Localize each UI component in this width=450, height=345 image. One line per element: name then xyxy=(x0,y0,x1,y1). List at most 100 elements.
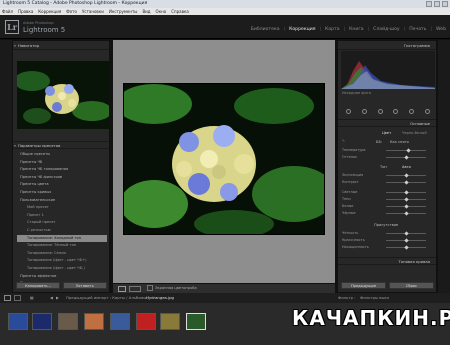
red-eye-icon[interactable] xyxy=(377,108,383,114)
minimize-button[interactable] xyxy=(426,1,432,7)
right-edge-handle[interactable] xyxy=(438,40,450,293)
menu-file[interactable]: Файл xyxy=(2,8,13,15)
menu-tools[interactable]: Инструменты xyxy=(109,8,138,15)
histogram[interactable] xyxy=(341,51,435,89)
temperature-slider[interactable] xyxy=(386,147,426,153)
previous-button[interactable]: Предыдущие xyxy=(341,282,386,289)
module-library[interactable]: Библиотека xyxy=(251,27,280,32)
loupe-view-icon[interactable] xyxy=(118,286,126,292)
paste-button[interactable]: Вставить xyxy=(63,282,107,289)
photo-canvas[interactable] xyxy=(113,40,335,283)
copy-button[interactable]: Копировать... xyxy=(16,282,60,289)
left-edge-handle[interactable] xyxy=(0,40,12,293)
radial-filter-icon[interactable] xyxy=(408,108,414,114)
crop-tool-icon[interactable] xyxy=(346,108,352,114)
preset-folder[interactable]: Пресеты ЧБ xyxy=(17,159,107,167)
thumbnail[interactable] xyxy=(8,313,28,330)
histogram-header[interactable]: Гистограмма xyxy=(338,42,436,50)
vibrance-slider[interactable] xyxy=(386,237,426,243)
main-photo[interactable] xyxy=(123,83,325,235)
module-map[interactable]: Карта xyxy=(325,27,339,32)
graduated-filter-icon[interactable] xyxy=(393,108,399,114)
slider-handle[interactable] xyxy=(403,154,409,160)
whites-slider[interactable] xyxy=(386,203,426,209)
preset-folder[interactable]: Пресеты эффектов xyxy=(17,273,107,281)
reset-button[interactable]: Сброс xyxy=(389,282,434,289)
close-button[interactable] xyxy=(442,1,448,7)
thumbnail[interactable] xyxy=(136,313,156,330)
menu-help[interactable]: Справка xyxy=(171,8,189,15)
presets-header[interactable]: ▾ Параметры пресетов xyxy=(13,141,109,149)
forward-arrow-icon[interactable]: ▶ xyxy=(56,293,59,303)
grid-icon[interactable]: ▦ xyxy=(30,293,34,303)
menu-window[interactable]: Окно xyxy=(156,8,167,15)
preset-item[interactable]: Тонирование (Цвет - цвет ЧБ+) xyxy=(17,257,107,265)
monitor-1-icon[interactable] xyxy=(4,295,11,301)
thumbnail-selected[interactable] xyxy=(186,313,206,330)
navigator-header[interactable]: ▾ Навигатор xyxy=(13,42,109,50)
shadows-slider[interactable] xyxy=(386,196,426,202)
filter-select[interactable]: Фильтры выкл xyxy=(360,293,389,303)
contrast-slider[interactable] xyxy=(386,179,426,185)
spot-removal-icon[interactable] xyxy=(361,108,367,114)
slider-handle[interactable] xyxy=(403,237,409,243)
thumbnail[interactable] xyxy=(32,313,52,330)
treatment-bw[interactable]: Черно-белый xyxy=(402,131,427,135)
menu-develop[interactable]: Коррекция xyxy=(38,8,61,15)
preset-item[interactable]: Пресет 1 xyxy=(17,212,107,220)
preset-item[interactable]: Тонирование: Тёплый тон xyxy=(17,242,107,250)
blacks-slider[interactable] xyxy=(386,210,426,216)
menu-photo[interactable]: Фото xyxy=(66,8,77,15)
clarity-slider[interactable] xyxy=(386,230,426,236)
saturation-slider[interactable] xyxy=(386,244,426,250)
exposure-slider[interactable] xyxy=(386,172,426,178)
wb-value[interactable]: Как снято xyxy=(390,140,409,144)
preset-folder[interactable]: Пресеты ЧБ тонирования xyxy=(17,166,107,174)
slider-handle[interactable] xyxy=(403,230,409,236)
preset-folder[interactable]: Пресеты кривых xyxy=(17,189,107,197)
thumbnail[interactable] xyxy=(84,313,104,330)
navigator-preview[interactable] xyxy=(17,61,109,129)
highlights-slider[interactable] xyxy=(386,189,426,195)
preset-item[interactable]: Старый пресет xyxy=(17,219,107,227)
slider-handle[interactable] xyxy=(403,179,409,185)
slider-handle[interactable] xyxy=(403,189,409,195)
preset-item[interactable]: Тонирование (Цвет - цвет ЧБ-) xyxy=(17,265,107,273)
slider-handle[interactable] xyxy=(403,172,409,178)
preset-folder[interactable]: Пресеты ЧБ фильтров xyxy=(17,174,107,182)
maximize-button[interactable] xyxy=(434,1,440,7)
source-path[interactable]: Предыдущий импорт : Карты / Альбомы / xyxy=(66,293,149,303)
thumbnail[interactable] xyxy=(110,313,130,330)
slider-handle[interactable] xyxy=(403,196,409,202)
slider-handle[interactable] xyxy=(403,210,409,216)
slider-handle[interactable] xyxy=(403,203,409,209)
monitor-2-icon[interactable] xyxy=(14,295,21,301)
slider-handle[interactable] xyxy=(405,147,411,153)
soft-proof-checkbox[interactable] xyxy=(147,285,153,291)
preset-item[interactable]: С резкостью xyxy=(17,227,107,235)
module-slideshow[interactable]: Слайд-шоу xyxy=(373,27,400,32)
tone-auto-button[interactable]: Авто xyxy=(402,165,411,169)
slider-handle[interactable] xyxy=(403,244,409,250)
module-develop[interactable]: Коррекция xyxy=(289,27,315,32)
preset-item-selected[interactable]: Тонирование: Холодный тон xyxy=(17,234,107,243)
menu-view[interactable]: Вид xyxy=(142,8,150,15)
tint-slider[interactable] xyxy=(386,154,426,160)
basic-header[interactable]: Основные xyxy=(338,119,436,127)
menu-edit[interactable]: Правка xyxy=(18,8,33,15)
eyedropper-icon[interactable]: ✎ xyxy=(342,139,345,143)
adjustment-brush-icon[interactable] xyxy=(424,108,430,114)
module-web[interactable]: Web xyxy=(436,27,446,32)
thumbnail[interactable] xyxy=(160,313,180,330)
tone-curve-header[interactable]: Тоновая кривая xyxy=(338,257,436,265)
preset-folder[interactable]: Пользовательские xyxy=(17,197,107,205)
module-book[interactable]: Книга xyxy=(349,27,363,32)
preset-folder[interactable]: Пресеты цвета xyxy=(17,181,107,189)
preset-folder[interactable]: Общие пресеты xyxy=(17,151,107,159)
preset-item[interactable]: Тонирование: Сепия xyxy=(17,250,107,258)
module-print[interactable]: Печать xyxy=(409,27,426,32)
menu-settings[interactable]: Установки xyxy=(82,8,104,15)
back-arrow-icon[interactable]: ◀ xyxy=(50,293,53,303)
before-after-icon[interactable] xyxy=(129,286,141,292)
treatment-color[interactable]: Цвет xyxy=(382,131,391,135)
